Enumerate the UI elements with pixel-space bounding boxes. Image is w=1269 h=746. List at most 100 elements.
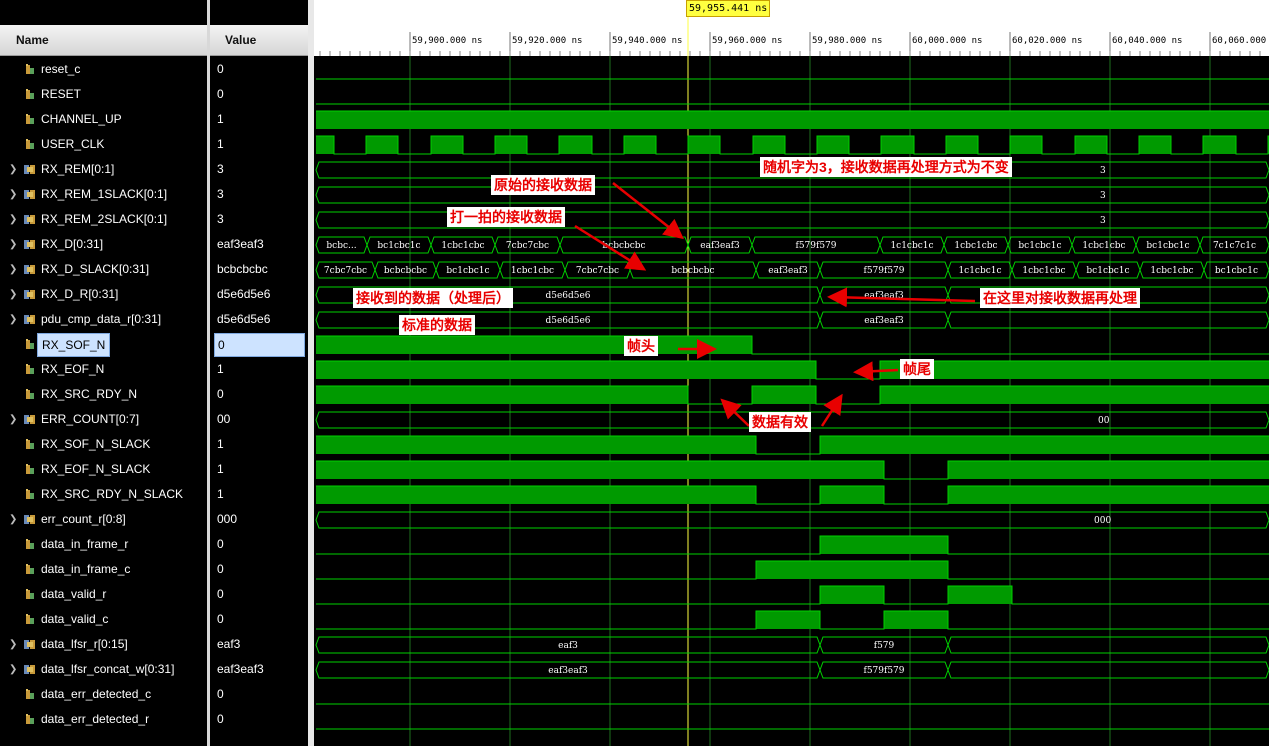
signal-value[interactable]: 00	[210, 407, 308, 432]
rx-d-value-label: bcbc...	[326, 241, 356, 251]
signal-value[interactable]: 0	[210, 607, 308, 632]
signal-value[interactable]: 3	[210, 182, 308, 207]
signal-name: data_lfsr_r[0:15]	[41, 637, 128, 651]
rx-sof-n-high-fill	[316, 336, 752, 354]
name-column-header[interactable]: Name	[0, 25, 207, 56]
signal-row[interactable]: data_in_frame_c	[0, 557, 207, 582]
signal-row[interactable]: data_in_frame_r	[0, 532, 207, 557]
rx-d-value-label: eaf3eaf3	[700, 241, 740, 251]
bus-signal-icon	[24, 290, 35, 299]
expand-chevron-icon[interactable]: ❯	[9, 307, 17, 332]
signal-row[interactable]: ❯ RX_D_SLACK[0:31]	[0, 257, 207, 282]
signal-value[interactable]: 1	[210, 357, 308, 382]
expand-chevron-icon[interactable]: ❯	[9, 182, 17, 207]
expand-chevron-icon[interactable]: ❯	[9, 632, 17, 657]
bit-signal-icon	[26, 714, 34, 724]
expand-chevron-icon[interactable]: ❯	[9, 282, 17, 307]
expand-chevron-icon[interactable]: ❯	[9, 257, 17, 282]
signal-value[interactable]: 0	[214, 333, 305, 357]
signal-row[interactable]: ❯ ERR_COUNT[0:7]	[0, 407, 207, 432]
signal-value[interactable]: d5e6d5e6	[210, 282, 308, 307]
signal-value[interactable]: 3	[210, 207, 308, 232]
signal-row[interactable]: RX_EOF_N	[0, 357, 207, 382]
bit-signal-icon	[26, 614, 34, 624]
data-lfsr-value-label: f579	[874, 641, 895, 651]
signal-row[interactable]: ❯ RX_D_R[0:31]	[0, 282, 207, 307]
expand-chevron-icon[interactable]: ❯	[9, 657, 17, 682]
signal-row[interactable]: ❯ RX_REM_2SLACK[0:1]	[0, 207, 207, 232]
waveform-view[interactable]: 59,900.000 ns 59,920.000 ns 59,940.000 ns 5…	[314, 0, 1269, 746]
err-count-r-segment	[315, 511, 1269, 529]
signal-name: RX_D_SLACK[0:31]	[41, 262, 150, 276]
signal-name: CHANNEL_UP	[41, 112, 122, 126]
data-lfsr-concat-value-label: eaf3eaf3	[548, 666, 588, 676]
bus-signal-icon	[24, 190, 35, 199]
expand-chevron-icon[interactable]: ❯	[9, 157, 17, 182]
signal-value[interactable]: 1	[210, 432, 308, 457]
signal-value[interactable]: eaf3eaf3	[210, 232, 308, 257]
rx-d-value-label: 1c1cbc1c	[890, 241, 933, 251]
signal-row[interactable]: ❯ data_lfsr_concat_w[0:31]	[0, 657, 207, 682]
signal-row[interactable]: ❯ RX_D[0:31]	[0, 232, 207, 257]
ruler-tick-label: 59,920.000 ns	[512, 36, 582, 46]
signal-value[interactable]: 0	[210, 582, 308, 607]
signal-value[interactable]: eaf3eaf3	[210, 657, 308, 682]
expand-chevron-icon[interactable]: ❯	[9, 507, 17, 532]
signal-row[interactable]: RX_SOF_N	[0, 332, 207, 357]
signal-row[interactable]: data_valid_r	[0, 582, 207, 607]
rx-d-value-label: 1cbc1cbc	[954, 241, 997, 251]
ruler-tick-label: 60,020.000 ns	[1012, 36, 1082, 46]
data-in-frame-c-high-fill	[756, 561, 948, 579]
expand-chevron-icon[interactable]: ❯	[9, 207, 17, 232]
signal-value[interactable]: d5e6d5e6	[210, 307, 308, 332]
signal-row[interactable]: ❯ err_count_r[0:8]	[0, 507, 207, 532]
signal-row[interactable]: data_err_detected_r	[0, 707, 207, 732]
signal-row[interactable]: RX_SRC_RDY_N	[0, 382, 207, 407]
annotation-random-word: 随机字为3，接收数据再处理方式为不变	[760, 157, 1012, 177]
signal-value[interactable]: 3	[210, 157, 308, 182]
channel-up-high-fill	[316, 111, 1269, 129]
err-count-value-label: 00	[1098, 416, 1110, 426]
signal-value[interactable]: 0	[210, 557, 308, 582]
signal-row[interactable]: data_err_detected_c	[0, 682, 207, 707]
signal-row[interactable]: RESET	[0, 82, 207, 107]
expand-chevron-icon[interactable]: ❯	[9, 232, 17, 257]
signal-row[interactable]: RX_SOF_N_SLACK	[0, 432, 207, 457]
signal-row[interactable]: reset_c	[0, 57, 207, 82]
signal-value[interactable]: 0	[210, 382, 308, 407]
expand-chevron-icon[interactable]: ❯	[9, 407, 17, 432]
signal-value[interactable]: 1	[210, 457, 308, 482]
signal-row[interactable]: ❯ data_lfsr_r[0:15]	[0, 632, 207, 657]
signal-row[interactable]: USER_CLK	[0, 132, 207, 157]
user-clk-high-fill	[431, 136, 463, 154]
signal-value[interactable]: 0	[210, 82, 308, 107]
bus-signal-icon	[24, 265, 35, 274]
rx-rem-value-label: 3	[1100, 191, 1106, 201]
cursor-time-marker[interactable]: 59,955.441 ns	[686, 0, 771, 17]
bus-signal-icon	[24, 215, 35, 224]
signal-value[interactable]: 1	[210, 482, 308, 507]
signal-value[interactable]: 0	[210, 682, 308, 707]
signal-value[interactable]: 0	[210, 532, 308, 557]
signal-value[interactable]: 000	[210, 507, 308, 532]
rx-d-value-label: 7cbc7cbc	[506, 241, 549, 251]
signal-row[interactable]: ❯ pdu_cmp_data_r[0:31]	[0, 307, 207, 332]
signal-name: RX_D_R[0:31]	[41, 287, 119, 301]
value-column-header[interactable]: Value	[210, 25, 308, 56]
signal-row[interactable]: RX_EOF_N_SLACK	[0, 457, 207, 482]
signal-value[interactable]: eaf3	[210, 632, 308, 657]
signal-row[interactable]: data_valid_c	[0, 607, 207, 632]
rx-d-slack-value-label: 1cbc1cbc	[511, 266, 554, 276]
signal-row[interactable]: ❯ RX_REM[0:1]	[0, 157, 207, 182]
pdu-cmp-data-segment	[947, 311, 1269, 329]
signal-value[interactable]: 1	[210, 132, 308, 157]
signal-value[interactable]: 1	[210, 107, 308, 132]
signal-value[interactable]: 0	[210, 57, 308, 82]
signal-row[interactable]: CHANNEL_UP	[0, 107, 207, 132]
signal-row[interactable]: RX_SRC_RDY_N_SLACK	[0, 482, 207, 507]
annotation-received-processed: 接收到的数据（处理后）	[353, 288, 513, 308]
signal-value[interactable]: 0	[210, 707, 308, 732]
bit-signal-icon	[26, 114, 34, 124]
signal-row[interactable]: ❯ RX_REM_1SLACK[0:1]	[0, 182, 207, 207]
signal-value[interactable]: bcbcbcbc	[210, 257, 308, 282]
